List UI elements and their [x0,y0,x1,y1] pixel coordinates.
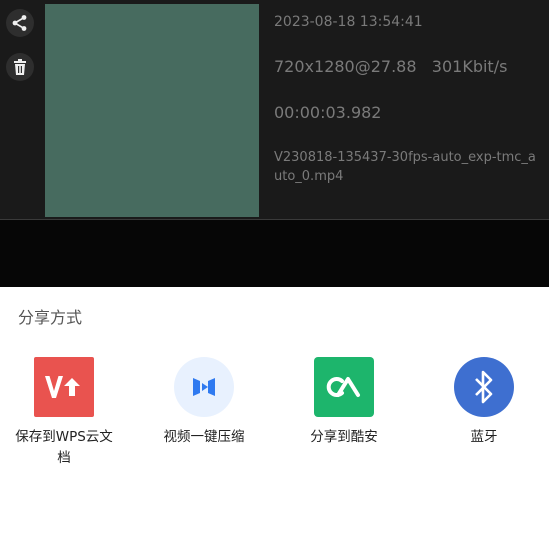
video-duration: 00:00:03.982 [274,103,382,122]
trash-icon [14,59,26,75]
share-button[interactable] [6,9,34,37]
share-sheet-title: 分享方式 [18,308,83,327]
share-option-bluetooth[interactable]: 蓝牙 [424,357,544,448]
share-option-label: 分享到酷安 [310,429,378,445]
delete-button[interactable] [6,53,34,81]
share-option-compress[interactable]: 视频一键压缩 [144,357,264,448]
wps-icon [34,357,94,417]
coolapk-icon [314,357,374,417]
video-thumbnail[interactable] [45,4,259,217]
video-filename: V230818-135437-30fps-auto_exp-tmc_auto_0… [274,150,536,184]
share-option-label: 蓝牙 [470,429,498,445]
video-resolution: 720x1280@27.88 301Kbit/s [274,57,508,76]
share-option-coolapk[interactable]: 分享到酷安 [284,357,404,448]
share-option-wps[interactable]: 保存到WPS云文档 [4,357,124,469]
video-card[interactable]: 2023-08-18 13:54:41 720x1280@27.88 301Kb… [0,0,549,220]
share-option-label: 保存到WPS云文档 [15,429,113,466]
share-icon [12,15,27,31]
media-viewer-area: 2023-08-18 13:54:41 720x1280@27.88 301Kb… [0,0,549,287]
compress-icon [174,357,234,417]
bluetooth-icon [454,357,514,417]
video-timestamp: 2023-08-18 13:54:41 [274,14,423,30]
share-option-label: 视频一键压缩 [163,429,245,445]
